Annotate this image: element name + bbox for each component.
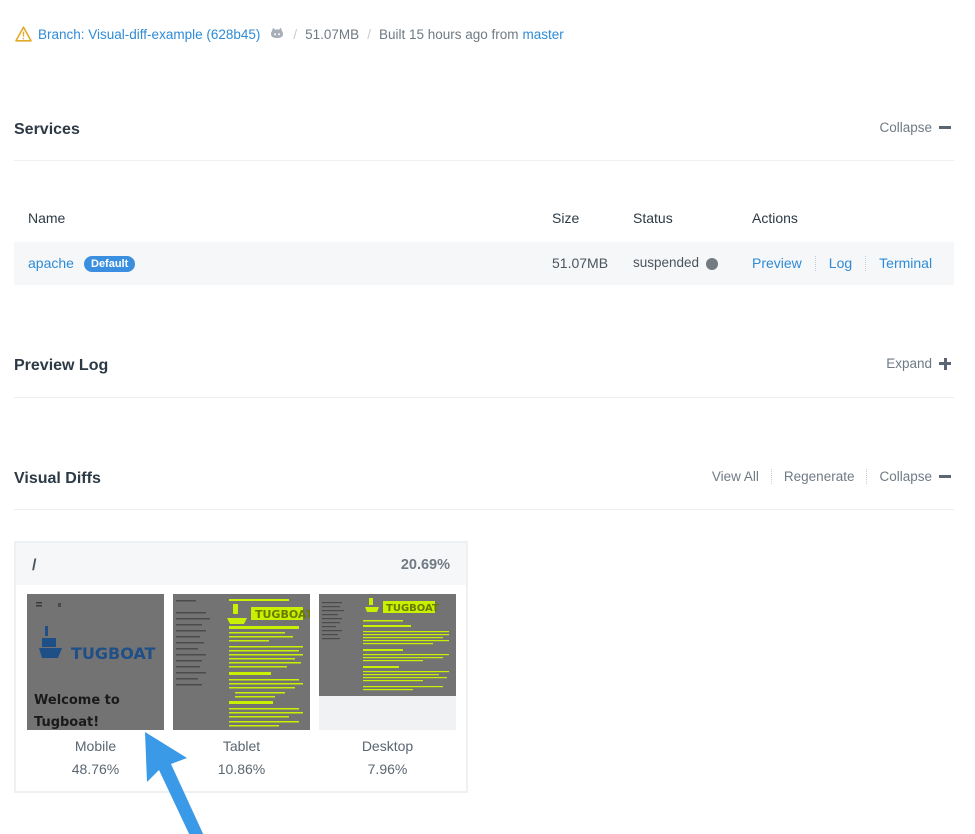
services-actions: Collapse: [879, 120, 951, 135]
thumbnail-percent: 7.96%: [367, 761, 408, 777]
preview-log-actions: Expand: [886, 356, 951, 371]
visual-diffs-actions: View All Regenerate Collapse: [712, 469, 951, 484]
service-actions: Preview Log Terminal: [752, 255, 932, 271]
warning-icon: [15, 26, 32, 42]
branch-link[interactable]: Branch: Visual-diff-example (628b45): [38, 27, 260, 42]
status-indicator-icon: [706, 258, 718, 270]
build-size: 51.07MB: [305, 26, 360, 42]
diff-thumbnail-mobile[interactable]: TUGBOAT Welcome to Tugboat! Mobile 48.76…: [27, 594, 164, 777]
services-title: Services: [14, 121, 80, 138]
desktop-screenshot-graphic: TUGBOAT: [319, 594, 456, 730]
minus-icon: [939, 126, 951, 129]
separator: [814, 255, 816, 271]
visual-diff-card[interactable]: / 20.69% TUGBOAT Welcome to Tugboat! Mob…: [14, 541, 468, 793]
view-all-button[interactable]: View All: [712, 469, 759, 484]
separator: [865, 255, 867, 271]
visual-diff-card-header: / 20.69%: [16, 543, 466, 585]
preview-link[interactable]: Preview: [752, 255, 802, 271]
github-icon[interactable]: [269, 26, 285, 42]
separator: [770, 469, 772, 484]
visual-diffs-collapse-button[interactable]: Collapse: [879, 469, 951, 484]
mobile-screenshot-graphic: TUGBOAT Welcome to Tugboat!: [27, 594, 164, 730]
services-table-header: Name Size Status Actions: [14, 210, 954, 228]
preview-log-expand-button[interactable]: Expand: [886, 356, 951, 371]
divider: [14, 397, 954, 398]
diff-image-tablet: TUGBOAT: [173, 594, 310, 730]
service-size: 51.07MB: [552, 255, 609, 271]
divider: [14, 160, 954, 161]
build-info-bar: Branch: Visual-diff-example (628b45) / 5…: [15, 24, 564, 44]
diff-image-desktop: TUGBOAT: [319, 594, 456, 730]
column-header-size: Size: [552, 210, 580, 226]
svg-text:Tugboat!: Tugboat!: [34, 715, 99, 730]
minus-icon: [939, 475, 951, 478]
built-ref-link[interactable]: master: [523, 27, 564, 42]
thumbnail-label: Desktop: [361, 738, 414, 754]
service-name-link[interactable]: apache: [28, 255, 74, 271]
services-collapse-button[interactable]: Collapse: [879, 120, 951, 135]
preview-log-title: Preview Log: [14, 357, 109, 374]
log-link[interactable]: Log: [829, 255, 852, 271]
terminal-link[interactable]: Terminal: [879, 255, 932, 271]
column-header-name: Name: [28, 210, 66, 226]
service-status: suspended: [633, 255, 700, 270]
built-text: Built 15 hours ago from: [378, 26, 519, 42]
column-header-actions: Actions: [752, 210, 798, 226]
svg-text:TUGBOAT: TUGBOAT: [386, 603, 439, 614]
collapse-label: Collapse: [879, 469, 932, 484]
separator: [866, 469, 868, 484]
collapse-label: Collapse: [879, 120, 932, 135]
diff-image-mobile: TUGBOAT Welcome to Tugboat!: [27, 594, 164, 730]
separator: /: [367, 26, 371, 42]
diff-thumbnail-desktop[interactable]: TUGBOAT Desktop 7.96%: [319, 594, 456, 777]
regenerate-button[interactable]: Regenerate: [784, 469, 855, 484]
separator: /: [293, 26, 298, 42]
visual-diffs-title: Visual Diffs: [14, 470, 101, 487]
divider: [14, 509, 954, 510]
plus-icon: [939, 357, 951, 370]
tablet-screenshot-graphic: TUGBOAT: [173, 594, 310, 730]
visual-diff-overall-percent: 20.69%: [400, 557, 450, 573]
expand-label: Expand: [886, 356, 932, 371]
svg-text:Welcome to: Welcome to: [34, 693, 120, 708]
diff-thumbnail-tablet[interactable]: TUGBOAT Tablet 10.86%: [173, 594, 310, 777]
pointer-arrow-icon: [145, 732, 204, 834]
default-badge: Default: [84, 256, 136, 272]
svg-text:TUGBOAT: TUGBOAT: [255, 608, 310, 621]
svg-text:TUGBOAT: TUGBOAT: [71, 644, 156, 663]
table-row: apache Default 51.07MB suspended Preview…: [14, 242, 954, 285]
visual-diff-path: /: [32, 557, 37, 574]
column-header-status: Status: [633, 210, 673, 226]
